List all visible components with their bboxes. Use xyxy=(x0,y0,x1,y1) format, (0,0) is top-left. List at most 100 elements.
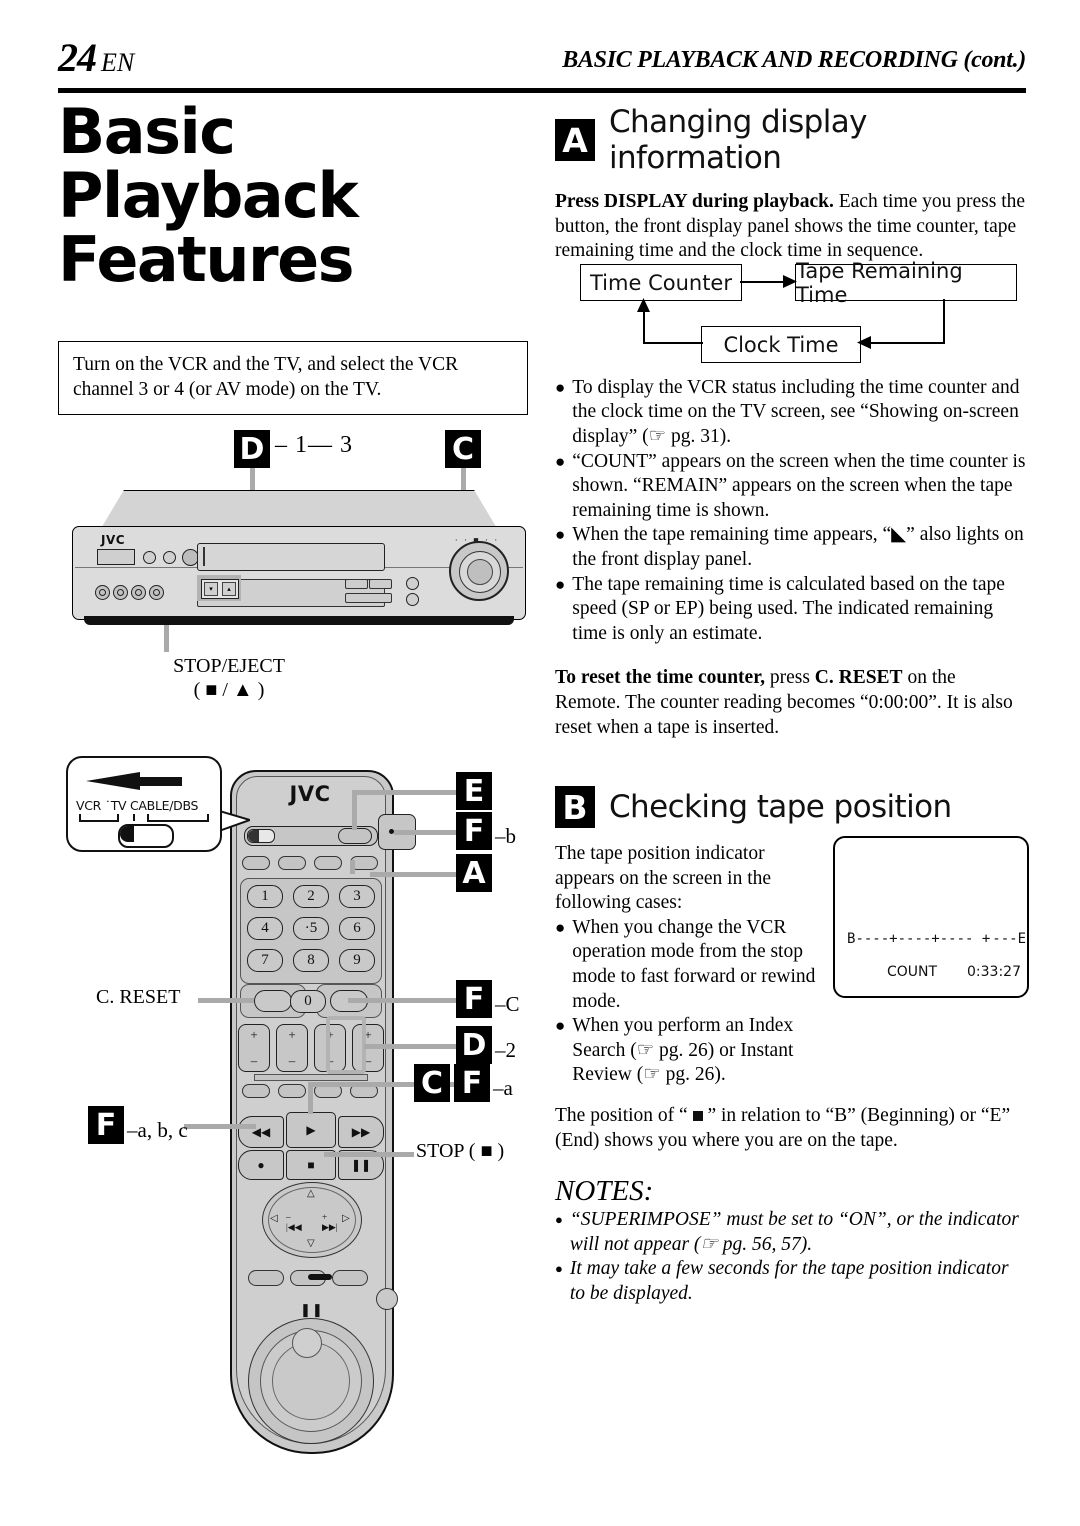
leader-remote-e-v xyxy=(352,790,357,830)
section-a-bullet-2: ● “COUNT” appears on the screen when the … xyxy=(555,450,1026,524)
vcr-power-button xyxy=(406,593,419,606)
bullet-text: “COUNT” appears on the screen when the t… xyxy=(572,450,1026,521)
leader-remote-e-h xyxy=(352,790,400,795)
vcr-jack-2 xyxy=(113,585,128,600)
remote-mode-slider-knob xyxy=(247,829,275,843)
badge-e: E xyxy=(456,772,492,810)
remote-c-reset-button xyxy=(254,990,292,1012)
vcr-jack-3 xyxy=(131,585,146,600)
record-icon: ● xyxy=(257,1157,265,1172)
tv-screen-illustration: B ----+----+---- + --- E COUNT 0:33:27 xyxy=(833,836,1029,998)
badge-c: C xyxy=(445,430,481,468)
vcr-callout-c: C xyxy=(445,430,481,468)
badge-a: A xyxy=(456,854,492,892)
section-b-header: B Checking tape position xyxy=(555,786,1026,829)
page-title-line3: Features xyxy=(58,223,355,296)
page-title: Basic Playback Features xyxy=(58,100,528,292)
page-title-line1: Basic xyxy=(58,95,236,168)
left-column: Basic Playback Features xyxy=(58,100,528,292)
vcr-unit: JVC ▾ ▴ · · ■ · · xyxy=(72,490,526,634)
flow-box-time-counter: Time Counter xyxy=(580,264,742,301)
stop-eject-symbols: ( ■ / ▲ ) xyxy=(193,679,265,701)
remote-fn2-button-1 xyxy=(242,1084,270,1098)
section-a-badge: A xyxy=(555,119,595,161)
stop-eject-callout: STOP/EJECT ( ■ / ▲ ) xyxy=(144,654,314,702)
bullet-text: When you change the VCR operation mode f… xyxy=(572,916,816,1012)
dpad-next-icon: + ▶▶| xyxy=(322,1212,338,1232)
note-2: ● It may take a few seconds for the tape … xyxy=(555,1257,1026,1306)
pm2-minus-icon: – xyxy=(288,1053,296,1068)
note-1: ● “SUPERIMPOSE” must be set to “ON”, or t… xyxy=(555,1208,1026,1257)
flow-box-clock-time: Clock Time xyxy=(701,326,861,363)
remote-bottom-dash-marker xyxy=(308,1274,332,1280)
dpad-prev-icon: – |◀◀ xyxy=(286,1212,302,1232)
vcr-front-panel: JVC ▾ ▴ · · ■ · · xyxy=(72,526,526,620)
flow-arrow-2-head xyxy=(857,336,871,349)
pm1-minus-icon: – xyxy=(250,1053,258,1068)
remote-key-9: 9 xyxy=(339,949,375,972)
section-b-badge: B xyxy=(555,786,595,829)
remote-key-8: 8 xyxy=(293,949,329,972)
stop-eject-label: STOP/EJECT xyxy=(173,655,285,677)
tape-track-right: --- xyxy=(992,931,1018,947)
section-a-title: Changing display information xyxy=(609,104,867,176)
badge-d-2-suffix: –2 xyxy=(495,1038,516,1062)
vcr-button-2 xyxy=(163,551,176,564)
tape-track-left: ----+----+---- + xyxy=(855,931,991,947)
remote-thin-bar xyxy=(254,1074,368,1081)
badge-f-a-suffix: –a xyxy=(493,1076,513,1100)
remote-key-3: 3 xyxy=(339,885,375,908)
dpad-down-icon: ▽ xyxy=(307,1238,315,1249)
vcr-top-panel xyxy=(100,490,498,530)
bullet-dot-icon: ● xyxy=(555,1016,566,1036)
remote-key-7: 7 xyxy=(247,949,283,972)
vcr-jog-center xyxy=(467,559,493,585)
badge-f-c: F xyxy=(456,980,492,1018)
badge-c-remote: C xyxy=(414,1064,450,1102)
bullet-dot-icon: ● xyxy=(555,1261,563,1277)
reset-bold-lead: To reset the time counter, xyxy=(555,667,765,689)
callout-label-vcr: VCR xyxy=(76,798,102,813)
position-text-1: The position of “ xyxy=(555,1105,693,1127)
bullet-text: To display the VCR status including the … xyxy=(572,376,1020,447)
vcr-channel-up-icon: ▴ xyxy=(222,582,236,596)
section-b-bullet-1: ● When you change the VCR operation mode … xyxy=(555,916,823,1014)
remote-fn-button-3 xyxy=(314,856,342,870)
flow-arrow-3-hline xyxy=(643,342,703,344)
remote-pm-button-1: + – xyxy=(238,1024,270,1072)
section-a-lead-bold: Press DISPLAY during playback. xyxy=(555,191,834,212)
vcr-cassette-slot xyxy=(197,543,385,571)
badge-f-b: F xyxy=(456,812,492,850)
vcr-small-button-1 xyxy=(345,579,368,589)
leader-remote-a-v xyxy=(350,860,355,874)
page-number: 24 EN xyxy=(58,35,135,80)
remote-badge-a: A xyxy=(456,854,492,892)
callout-slider-icon xyxy=(118,824,174,848)
section-b-title: Checking tape position xyxy=(609,789,952,826)
vcr-jog-dial xyxy=(449,541,509,601)
section-a-lead: Press DISPLAY during playback. Each time… xyxy=(555,190,1026,264)
remote-pm-button-2: + – xyxy=(276,1024,308,1072)
vcr-small-button-2 xyxy=(369,579,392,589)
leader-remote-f-abc xyxy=(184,1124,256,1129)
header-rule xyxy=(58,88,1026,93)
remote-bottom-button-1 xyxy=(248,1270,284,1286)
remote-key-6: 6 xyxy=(339,917,375,940)
tape-position-indicator: B ----+----+---- + --- E xyxy=(847,930,1026,948)
bullet-text: When the tape remaining time appears, “◣… xyxy=(572,524,1024,570)
callout-label-cable: CABLE/DBS xyxy=(130,798,199,813)
badge-d: D xyxy=(234,430,270,468)
badge-f-abc: F xyxy=(88,1106,124,1144)
remote-keypad: 1 2 3 4 ·5 6 7 8 9 xyxy=(240,878,382,984)
c-reset-label: C. RESET xyxy=(96,986,181,1008)
display-sequence-flow-diagram: Time Counter Tape Remaining Time Clock T… xyxy=(565,259,1027,363)
remote-shuttle-ring: ❚❚ xyxy=(248,1302,374,1444)
remote-fast-forward-button: ▶▶ xyxy=(338,1116,384,1148)
remote-display-button xyxy=(338,828,372,844)
remote-function-row-top xyxy=(242,856,378,870)
badge-f-c-suffix: –C xyxy=(495,992,520,1016)
dpad-right-icon: ▷ xyxy=(342,1213,350,1224)
remote-key-5: ·5 xyxy=(293,917,329,940)
callout-arrow-tail-icon xyxy=(138,777,182,786)
section-b-lead: The tape position indicator appears on t… xyxy=(555,843,772,914)
